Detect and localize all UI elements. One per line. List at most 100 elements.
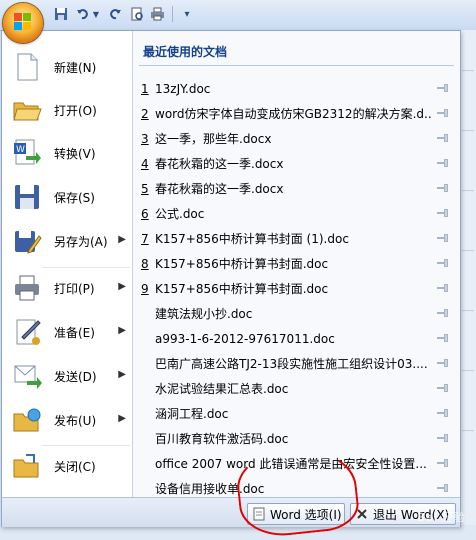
office-menu: 新建(N) 打开(O) W 转换(V) 保存(S) 另存为(A) ▶ 打印(P)… [1,30,461,527]
recent-doc-item[interactable]: 7 K157+856中桥计算书封面 (1).doc [141,226,453,251]
recent-doc-item[interactable]: 涵洞工程.doc [141,401,453,426]
pin-icon[interactable] [437,209,449,217]
redo-icon[interactable] [106,5,124,23]
recent-doc-item[interactable]: 百川教育软件激活码.doc [141,426,453,451]
doc-number: 6 [141,206,149,221]
doc-name: 13zJY.doc [155,81,211,96]
recent-doc-item[interactable]: 水泥试验结果汇总表.doc [141,376,453,401]
doc-number: 2 [141,106,149,121]
submenu-arrow-icon: ▶ [118,234,126,245]
menu-item-label: 保存(S) [54,190,95,205]
doc-name: 春花秋霜的这一季.docx [155,157,284,171]
menu-item-send[interactable]: 发送(D) ▶ [6,356,128,396]
pin-icon[interactable] [437,159,449,167]
menu-item-label: 发送(D) [54,369,97,384]
pin-icon[interactable] [437,109,449,117]
recent-doc-item[interactable]: 5 春花秋霜的这一季.docx [141,176,453,201]
pin-icon[interactable] [437,434,449,442]
recent-doc-item[interactable]: 建筑法规小抄.doc [141,301,453,326]
menu-item-convert[interactable]: W 转换(V) [6,133,128,173]
doc-name: 公式.doc [155,207,205,221]
recent-doc-item[interactable]: 3 这一季，那些年.docx [141,126,453,151]
menu-item-print[interactable]: 打印(P) ▶ [6,268,128,308]
new-document-icon [12,52,42,82]
menu-item-publish[interactable]: 发布(U) ▶ [6,400,128,440]
title-divider [139,65,454,66]
quick-print-icon[interactable] [148,5,166,23]
toolbar-separator [172,6,173,22]
office-button[interactable] [3,3,43,43]
recent-documents-panel: 最近使用的文档 1 13zJY.doc 2 word仿宋字体自动变成仿宋GB23… [133,31,460,497]
pin-icon[interactable] [437,284,449,292]
pin-icon[interactable] [437,334,449,342]
doc-name: 建筑法规小抄.doc [155,307,253,321]
prepare-icon [12,317,42,347]
pin-icon[interactable] [437,309,449,317]
menu-item-new[interactable]: 新建(N) [6,47,128,87]
undo-dropdown-icon[interactable]: ▼ [92,5,100,23]
doc-number: 5 [141,181,149,196]
command-list: 新建(N) 打开(O) W 转换(V) 保存(S) 另存为(A) ▶ 打印(P)… [2,31,133,497]
menu-footer: Word 选项(I) 退出 Word(X) [2,497,460,527]
pin-icon[interactable] [437,384,449,392]
printer-icon [12,273,42,303]
print-preview-icon[interactable] [128,5,146,23]
close-folder-icon [12,451,42,481]
doc-number: 4 [141,156,149,171]
publish-icon [12,405,42,435]
menu-item-label: 打开(O) [54,103,97,118]
pin-icon[interactable] [437,84,449,92]
recent-doc-item[interactable]: 4 春花秋霜的这一季.docx [141,151,453,176]
pin-icon[interactable] [437,409,449,417]
undo-icon[interactable] [74,5,92,23]
quick-access-toolbar: ▼ ▾ [0,0,476,43]
menu-item-open[interactable]: 打开(O) [6,90,128,130]
ruler-mark [462,190,474,191]
customize-toolbar-icon[interactable]: ▾ [178,5,196,23]
submenu-arrow-icon: ▶ [118,413,126,424]
doc-number: 8 [141,256,149,271]
pin-icon[interactable] [437,184,449,192]
doc-name: word仿宋字体自动变成仿宋GB2312的解决方案.d... [155,107,431,121]
recent-doc-item[interactable]: 1 13zJY.doc [141,76,453,101]
menu-item-close[interactable]: 关闭(C) [6,446,128,486]
recent-doc-item[interactable]: 6 公式.doc [141,201,453,226]
doc-name: a993-1-6-2012-97617011.doc [155,331,335,346]
recent-doc-item[interactable]: 2 word仿宋字体自动变成仿宋GB2312的解决方案.d... [141,101,453,126]
pin-icon[interactable] [437,259,449,267]
recent-doc-item[interactable]: 巴南广高速公路TJ2-13段实施性施工组织设计03.... [141,351,453,376]
pin-icon[interactable] [437,134,449,142]
ruler-mark [462,130,474,131]
background-strip [460,30,476,525]
doc-name: 春花秋霜的这一季.docx [155,182,284,196]
recent-doc-item[interactable]: 9 K157+856中桥计算书封面.doc [141,276,453,301]
doc-number: 7 [141,231,149,246]
ruler-mark [462,370,474,371]
doc-name: 巴南广高速公路TJ2-13段实施性施工组织设计03.... [155,357,428,371]
ruler-mark [462,310,474,311]
watermark: Bai 经验 [417,511,466,524]
doc-name: K157+856中桥计算书封面 (1).doc [155,232,349,246]
pin-icon[interactable] [437,459,449,467]
menu-item-label: 新建(N) [54,60,97,75]
doc-name: K157+856中桥计算书封面.doc [155,257,329,271]
save-icon[interactable] [52,5,70,23]
recent-doc-item[interactable]: 8 K157+856中桥计算书封面.doc [141,251,453,276]
pin-icon[interactable] [437,234,449,242]
convert-icon: W [12,138,42,168]
menu-item-prepare[interactable]: 准备(E) ▶ [6,312,128,352]
doc-number: 1 [141,81,149,96]
doc-name: 百川教育软件激活码.doc [155,432,289,446]
menu-item-label: 关闭(C) [54,459,96,474]
submenu-arrow-icon: ▶ [118,281,126,292]
menu-item-save-as[interactable]: 另存为(A) ▶ [6,221,128,261]
menu-item-save[interactable]: 保存(S) [6,177,128,217]
doc-number: 9 [141,281,149,296]
pin-icon[interactable] [437,359,449,367]
pin-icon[interactable] [437,484,449,492]
menu-item-label: 打印(P) [54,281,95,296]
recent-doc-item[interactable]: a993-1-6-2012-97617011.doc [141,326,453,351]
menu-item-label: 发布(U) [54,413,97,428]
ruler-mark [462,430,474,431]
menu-item-label: 准备(E) [54,325,95,340]
